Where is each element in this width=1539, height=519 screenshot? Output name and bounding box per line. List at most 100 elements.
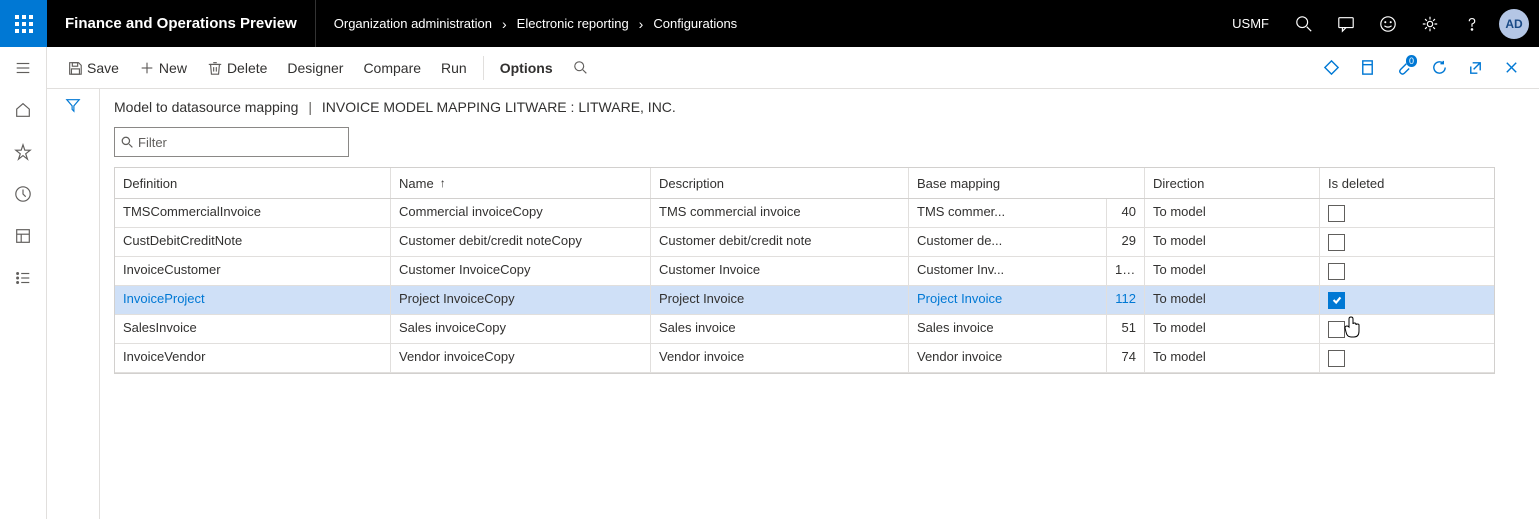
recent-button[interactable]	[0, 173, 47, 215]
grid-filter-input[interactable]	[138, 135, 342, 150]
search-button[interactable]	[1283, 0, 1325, 47]
close-button[interactable]	[1493, 47, 1529, 89]
home-button[interactable]	[0, 89, 47, 131]
is-deleted-checkbox[interactable]	[1328, 321, 1345, 338]
cell-direction[interactable]: To model	[1145, 228, 1320, 256]
cell-name[interactable]: Customer debit/credit noteCopy	[391, 228, 651, 256]
cell-description[interactable]: Customer Invoice	[651, 257, 909, 285]
hamburger-icon	[14, 59, 32, 77]
cell-is-deleted	[1320, 199, 1435, 227]
is-deleted-checkbox[interactable]	[1328, 234, 1345, 251]
help-icon	[1463, 15, 1481, 33]
cell-base-mapping-id[interactable]: 40	[1107, 199, 1145, 227]
table-row[interactable]: InvoiceCustomerCustomer InvoiceCopyCusto…	[115, 257, 1494, 286]
cell-definition[interactable]: SalesInvoice	[115, 315, 391, 343]
cell-definition[interactable]: TMSCommercialInvoice	[115, 199, 391, 227]
popout-button[interactable]	[1457, 47, 1493, 89]
column-header-base-mapping[interactable]: Base mapping	[909, 168, 1145, 198]
cell-description[interactable]: Sales invoice	[651, 315, 909, 343]
column-header-is-deleted[interactable]: Is deleted	[1320, 168, 1435, 198]
cell-description[interactable]: TMS commercial invoice	[651, 199, 909, 227]
cell-description[interactable]: Customer debit/credit note	[651, 228, 909, 256]
refresh-button[interactable]	[1421, 47, 1457, 89]
cell-name[interactable]: Customer InvoiceCopy	[391, 257, 651, 285]
diamond-icon	[1323, 59, 1340, 76]
designer-button[interactable]: Designer	[277, 47, 353, 88]
delete-button[interactable]: Delete	[197, 47, 277, 88]
cell-direction[interactable]: To model	[1145, 257, 1320, 285]
waffle-button[interactable]	[0, 0, 47, 47]
cell-description[interactable]: Vendor invoice	[651, 344, 909, 372]
cell-definition[interactable]: InvoiceVendor	[115, 344, 391, 372]
app-title: Finance and Operations Preview	[47, 0, 316, 47]
popout-icon	[1467, 59, 1484, 76]
table-row[interactable]: InvoiceProjectProject InvoiceCopyProject…	[115, 286, 1494, 315]
is-deleted-checkbox[interactable]	[1328, 205, 1345, 222]
left-rail	[0, 47, 47, 519]
cell-base-mapping[interactable]: TMS commer...	[909, 199, 1107, 227]
cell-base-mapping-id[interactable]: 74	[1107, 344, 1145, 372]
workspaces-button[interactable]	[0, 215, 47, 257]
funnel-icon	[65, 97, 81, 113]
cell-base-mapping[interactable]: Customer Inv...	[909, 257, 1107, 285]
feedback-button[interactable]	[1367, 0, 1409, 47]
company-code[interactable]: USMF	[1218, 16, 1283, 31]
cell-description[interactable]: Project Invoice	[651, 286, 909, 314]
cell-base-mapping-id[interactable]: 29	[1107, 228, 1145, 256]
cell-base-mapping-id[interactable]: 51	[1107, 315, 1145, 343]
is-deleted-checkbox[interactable]	[1328, 350, 1345, 367]
cell-name[interactable]: Project InvoiceCopy	[391, 286, 651, 314]
breadcrumb-item-0[interactable]: Organization administration	[334, 16, 492, 31]
run-button[interactable]: Run	[431, 47, 477, 88]
compare-button[interactable]: Compare	[353, 47, 431, 88]
column-header-direction[interactable]: Direction	[1145, 168, 1320, 198]
breadcrumb-item-2[interactable]: Configurations	[653, 16, 737, 31]
cell-direction[interactable]: To model	[1145, 315, 1320, 343]
save-button[interactable]: Save	[57, 47, 129, 88]
cell-base-mapping[interactable]: Vendor invoice	[909, 344, 1107, 372]
table-row[interactable]: CustDebitCreditNoteCustomer debit/credit…	[115, 228, 1494, 257]
cell-definition[interactable]: CustDebitCreditNote	[115, 228, 391, 256]
find-button[interactable]	[563, 47, 603, 88]
page-options-button[interactable]	[1349, 47, 1385, 89]
cell-is-deleted	[1320, 344, 1435, 372]
cell-definition[interactable]: InvoiceCustomer	[115, 257, 391, 285]
settings-button[interactable]	[1409, 0, 1451, 47]
cell-base-mapping-id[interactable]: 127	[1107, 257, 1145, 285]
breadcrumb-item-1[interactable]: Electronic reporting	[517, 16, 629, 31]
page-title-right: INVOICE MODEL MAPPING LITWARE : LITWARE,…	[322, 99, 676, 115]
column-header-definition[interactable]: Definition	[115, 168, 391, 198]
cell-base-mapping[interactable]: Project Invoice	[909, 286, 1107, 314]
filter-pane-toggle[interactable]	[47, 89, 99, 519]
cell-name[interactable]: Sales invoiceCopy	[391, 315, 651, 343]
cell-base-mapping[interactable]: Customer de...	[909, 228, 1107, 256]
cell-name[interactable]: Commercial invoiceCopy	[391, 199, 651, 227]
attachment-count-badge: 0	[1406, 55, 1417, 67]
cell-direction[interactable]: To model	[1145, 199, 1320, 227]
table-row[interactable]: InvoiceVendorVendor invoiceCopyVendor in…	[115, 344, 1494, 373]
is-deleted-checkbox[interactable]	[1328, 292, 1345, 309]
nav-toggle-button[interactable]	[0, 47, 47, 89]
table-row[interactable]: TMSCommercialInvoiceCommercial invoiceCo…	[115, 199, 1494, 228]
column-header-name[interactable]: Name↑	[391, 168, 651, 198]
cell-name[interactable]: Vendor invoiceCopy	[391, 344, 651, 372]
cell-direction[interactable]: To model	[1145, 286, 1320, 314]
cell-base-mapping[interactable]: Sales invoice	[909, 315, 1107, 343]
new-button[interactable]: New	[129, 47, 197, 88]
help-button[interactable]	[1451, 0, 1493, 47]
personalize-button[interactable]	[1313, 47, 1349, 89]
is-deleted-checkbox[interactable]	[1328, 263, 1345, 280]
cell-definition[interactable]: InvoiceProject	[115, 286, 391, 314]
cell-base-mapping-id[interactable]: 112	[1107, 286, 1145, 314]
cell-direction[interactable]: To model	[1145, 344, 1320, 372]
messages-button[interactable]	[1325, 0, 1367, 47]
column-header-description[interactable]: Description	[651, 168, 909, 198]
modules-button[interactable]	[0, 257, 47, 299]
favorites-button[interactable]	[0, 131, 47, 173]
page-heading: Model to datasource mapping | INVOICE MO…	[114, 99, 1495, 115]
avatar[interactable]: AD	[1499, 9, 1529, 39]
options-button[interactable]: Options	[490, 47, 563, 88]
attachments-button[interactable]: 0	[1385, 47, 1421, 89]
table-row[interactable]: SalesInvoiceSales invoiceCopySales invoi…	[115, 315, 1494, 344]
grid-filter-box[interactable]	[114, 127, 349, 157]
